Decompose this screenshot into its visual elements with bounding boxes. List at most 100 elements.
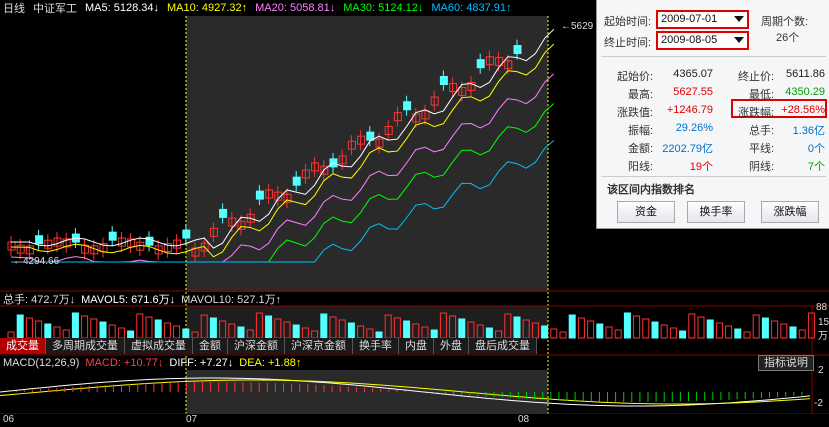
ma20-value: MA20: 5058.81↓ bbox=[255, 2, 336, 14]
candle bbox=[476, 59, 485, 69]
volume-bar bbox=[752, 314, 760, 339]
volume-bar bbox=[725, 325, 733, 339]
end-price-value: 5611.86 bbox=[786, 68, 825, 80]
volume-bar bbox=[660, 324, 668, 339]
up-count-value: 19个 bbox=[689, 161, 713, 173]
volume-bar bbox=[633, 315, 641, 339]
volume-bar bbox=[734, 328, 742, 339]
volume-bar bbox=[154, 319, 162, 339]
volume-bar bbox=[25, 317, 33, 339]
low-value: 4350.29 bbox=[785, 86, 825, 98]
volume-bar bbox=[706, 319, 714, 339]
chevron-down-icon[interactable] bbox=[734, 37, 744, 43]
tab-multi-period-volume[interactable]: 多周期成交量 bbox=[46, 338, 125, 354]
candle bbox=[366, 131, 375, 141]
start-time-value: 2009-07-01 bbox=[661, 13, 718, 25]
time-label-08: 08 bbox=[518, 414, 530, 425]
volume-bar bbox=[789, 326, 797, 339]
volume-bar bbox=[761, 317, 769, 339]
volume-bar bbox=[743, 331, 751, 339]
volume-bar bbox=[541, 325, 549, 339]
end-time-select[interactable]: 2009-08-05 bbox=[656, 31, 749, 50]
volume-bar bbox=[90, 318, 98, 339]
start-time-select[interactable]: 2009-07-01 bbox=[656, 10, 749, 29]
start-time-label: 起始时间: bbox=[604, 16, 652, 28]
candle bbox=[292, 176, 301, 186]
volume-bar bbox=[697, 316, 705, 339]
time-label-07: 07 bbox=[186, 414, 198, 425]
candle bbox=[35, 235, 44, 245]
rank-by-amount-button[interactable]: 资金 bbox=[617, 201, 675, 223]
period-count-value: 26个 bbox=[776, 32, 800, 44]
tab-outer[interactable]: 外盘 bbox=[434, 338, 469, 354]
candle bbox=[182, 229, 191, 239]
volume-scale-unit: 万 bbox=[818, 331, 828, 342]
volume-bar bbox=[596, 323, 604, 339]
macd-title: MACD(12,26,9) bbox=[3, 357, 80, 369]
tab-hsj-amount[interactable]: 沪深京金额 bbox=[285, 338, 353, 354]
end-time-value: 2009-08-05 bbox=[661, 34, 718, 46]
volume-bar bbox=[71, 312, 79, 339]
volume-bar bbox=[642, 318, 650, 339]
amplitude-value: 29.26% bbox=[675, 122, 713, 134]
amplitude-label: 振幅: bbox=[628, 125, 654, 137]
tab-virtual-volume[interactable]: 虚拟成交量 bbox=[125, 338, 193, 354]
volume-bar bbox=[513, 316, 521, 339]
volume-scale-top: 88 bbox=[816, 302, 828, 313]
volume-bar bbox=[798, 329, 806, 339]
tab-after-hours[interactable]: 盘后成交量 bbox=[469, 338, 537, 354]
rank-by-turnover-button[interactable]: 换手率 bbox=[687, 201, 745, 223]
volume-bar bbox=[265, 315, 273, 339]
volume-bar bbox=[292, 324, 300, 339]
volume-bar bbox=[679, 330, 687, 339]
tab-inner[interactable]: 内盘 bbox=[399, 338, 434, 354]
candle bbox=[108, 231, 117, 241]
volume-bar bbox=[145, 316, 153, 339]
start-price-label: 起始价: bbox=[617, 71, 654, 83]
low-price-label: ←4294.66 bbox=[13, 256, 60, 267]
period-label[interactable]: 日线 bbox=[3, 0, 25, 16]
volume-bar bbox=[81, 315, 89, 339]
amount-value: 2202.79亿 bbox=[662, 143, 713, 155]
volume-bar bbox=[182, 328, 190, 339]
change-value: +1246.79 bbox=[666, 104, 713, 116]
volume-bar bbox=[780, 323, 788, 339]
end-time-label: 终止时间: bbox=[604, 37, 652, 49]
time-label-06: 06 bbox=[3, 414, 15, 425]
ma10-value: MA10: 4927.32↑ bbox=[167, 2, 248, 14]
indicator-help-button[interactable]: 指标说明 bbox=[758, 355, 814, 371]
volume-bar bbox=[53, 326, 61, 339]
high-price-label: ←5629 bbox=[561, 21, 594, 32]
volume-bar bbox=[173, 325, 181, 339]
diff-value: DIFF: +7.27↓ bbox=[169, 357, 234, 369]
volume-bar bbox=[688, 313, 696, 339]
ma60-value: MA60: 4837.91↑ bbox=[431, 2, 512, 14]
volume-bar bbox=[35, 320, 43, 339]
up-count-label: 阳线: bbox=[628, 161, 654, 173]
volume-bar bbox=[136, 313, 144, 339]
tab-amount[interactable]: 金额 bbox=[193, 338, 228, 354]
tab-volume[interactable]: 成交量 bbox=[0, 338, 46, 354]
low-price-value: 4294.66 bbox=[23, 256, 60, 267]
volume-bar bbox=[163, 322, 171, 339]
start-price-value: 4365.07 bbox=[673, 68, 713, 80]
candle bbox=[439, 76, 448, 86]
tab-turnover[interactable]: 换手率 bbox=[353, 338, 399, 354]
volume-bar bbox=[117, 327, 125, 339]
volume-bar bbox=[237, 326, 245, 339]
candle bbox=[513, 45, 522, 55]
volume-bar bbox=[430, 329, 438, 339]
rank-by-change-button[interactable]: 涨跌幅 bbox=[761, 201, 819, 223]
volume-bar bbox=[485, 327, 493, 339]
volume-value: 1.36亿 bbox=[792, 125, 825, 137]
volume-header: 总手: 472.7万↓ MAVOL5: 671.6万↓ MAVOL10: 527… bbox=[0, 292, 281, 306]
tab-hs-amount[interactable]: 沪深金额 bbox=[228, 338, 285, 354]
high-price-value: 5629 bbox=[571, 21, 594, 32]
volume-bar bbox=[458, 318, 466, 339]
volume-bar bbox=[403, 320, 411, 339]
chevron-down-icon[interactable] bbox=[734, 16, 744, 22]
candle bbox=[219, 208, 228, 218]
volume-bar bbox=[44, 323, 52, 339]
volume-bar bbox=[605, 326, 613, 339]
candle bbox=[255, 190, 264, 200]
